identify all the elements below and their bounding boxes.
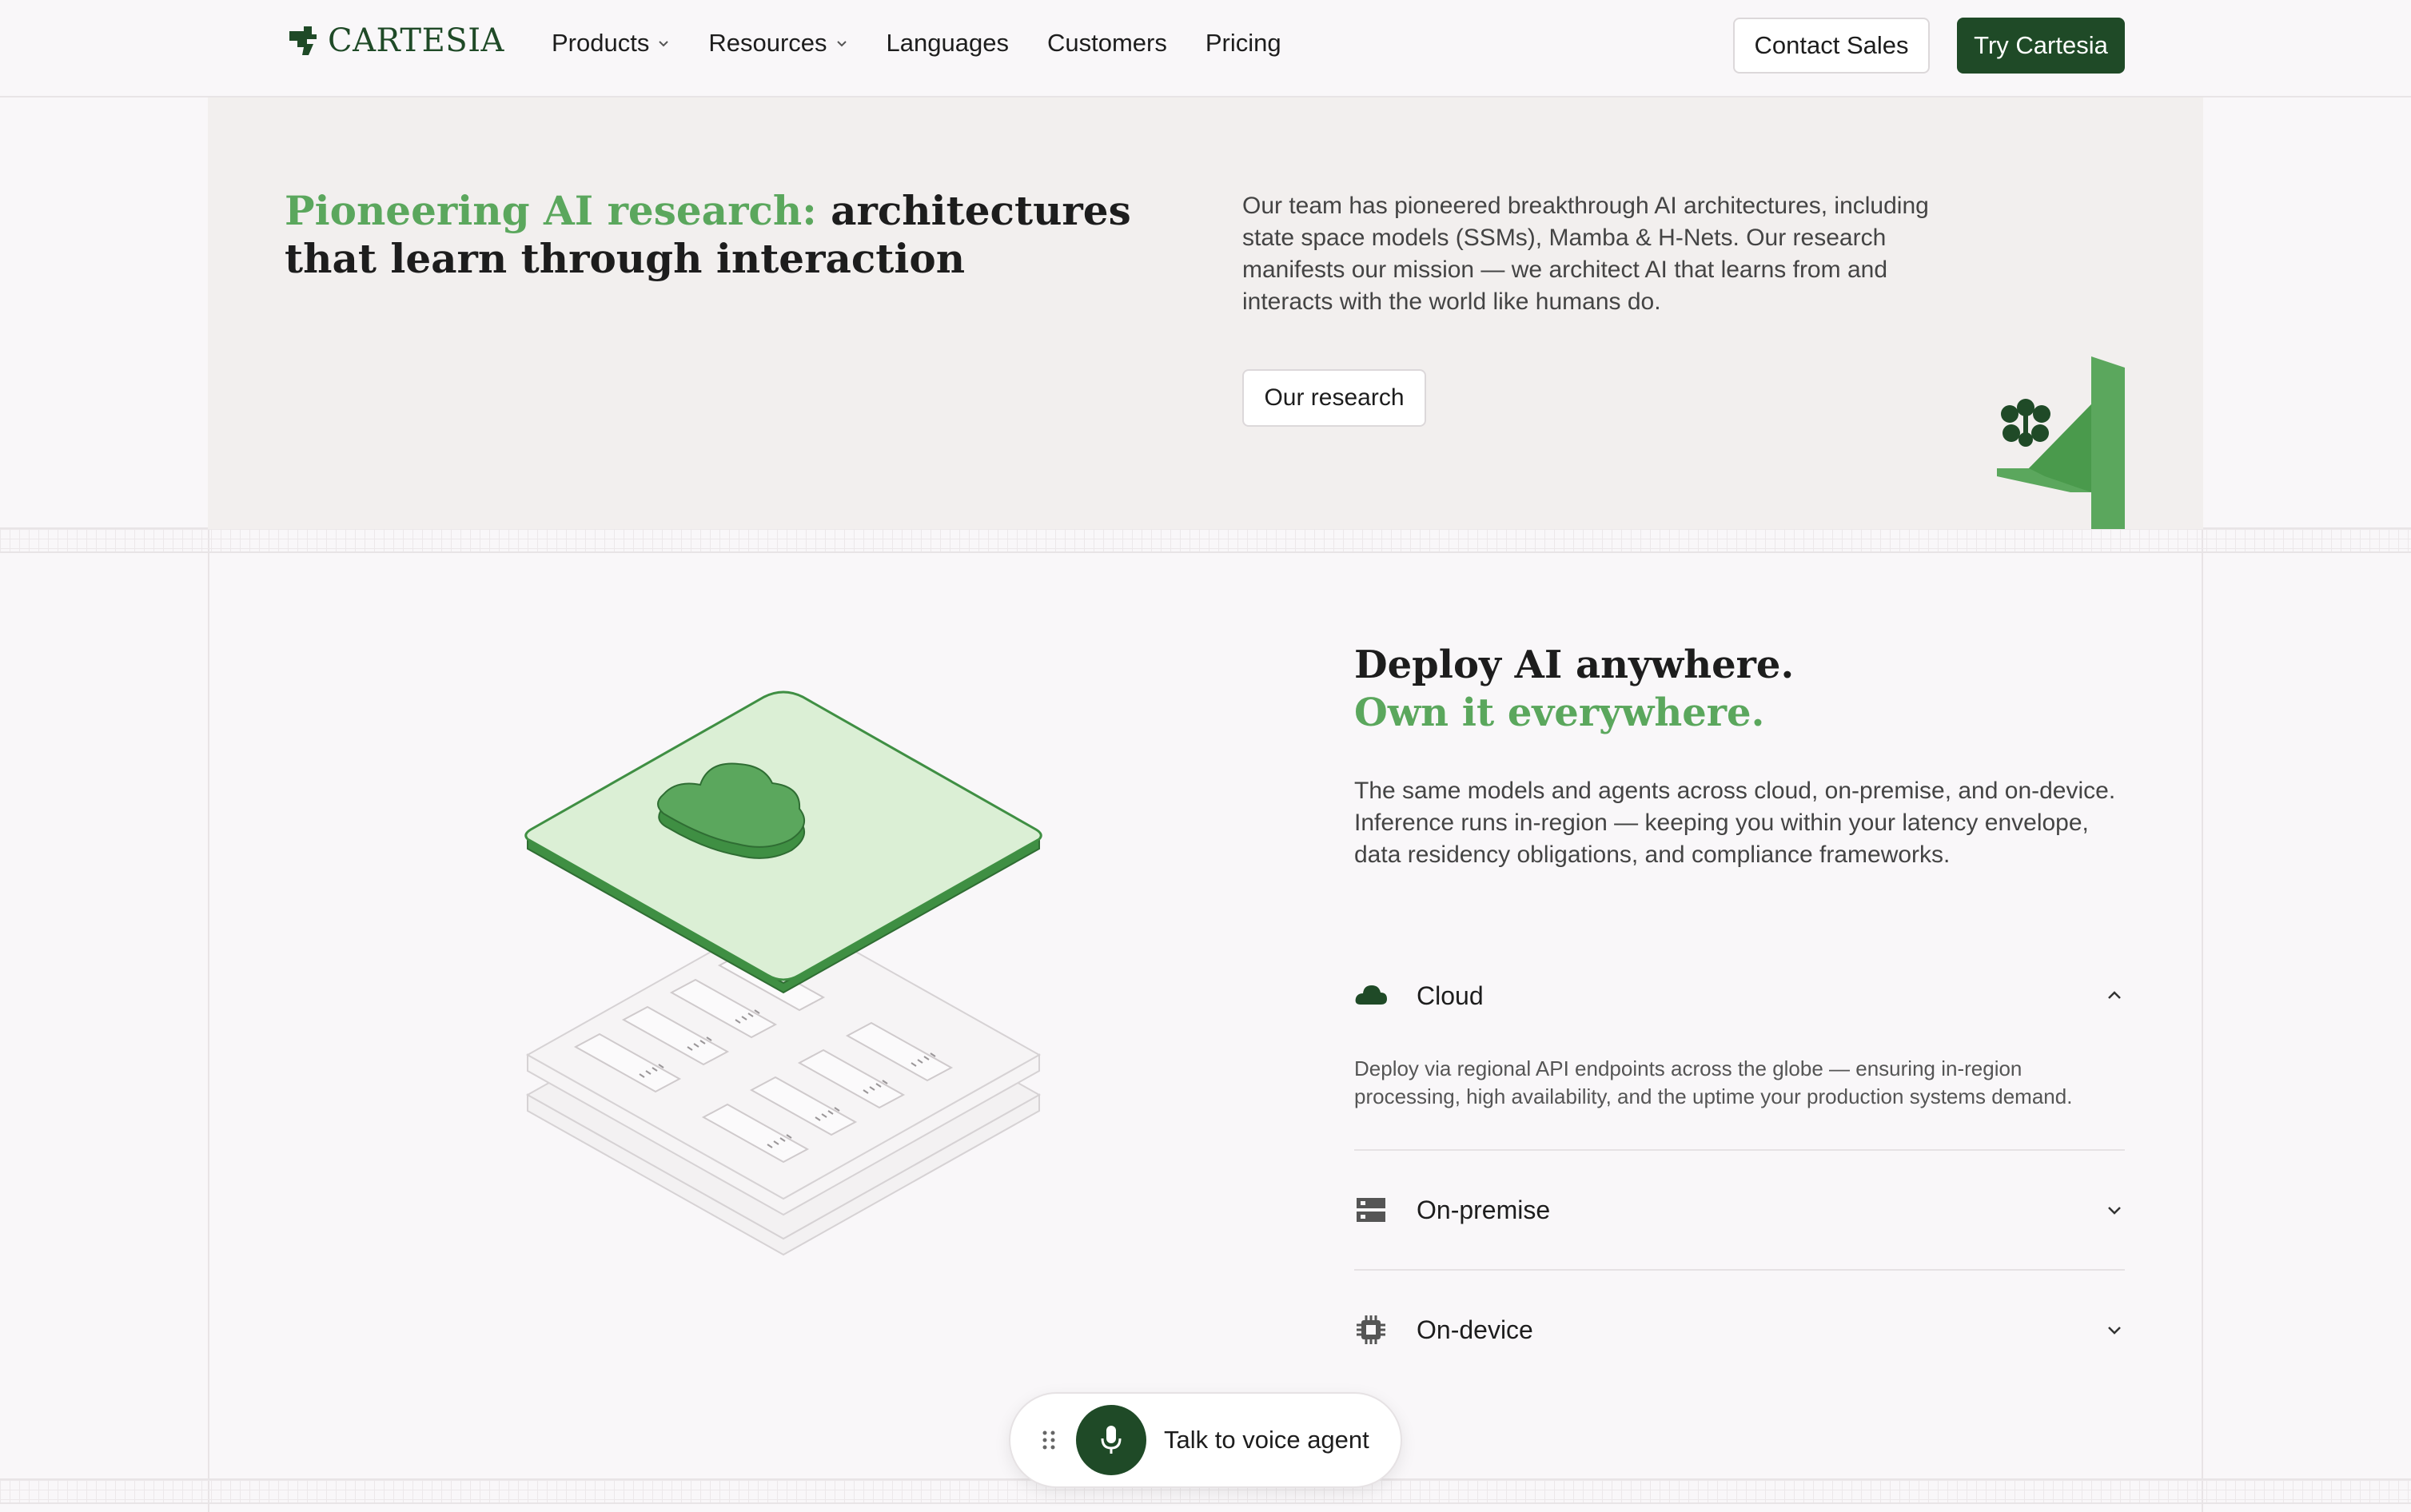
site-header: CARTESIA Products Resources Languages Cu… <box>0 0 2411 97</box>
chevron-down-icon <box>2108 1207 2121 1215</box>
logo[interactable]: CARTESIA <box>285 22 504 59</box>
accordion-label: On-premise <box>1417 1195 1551 1224</box>
accordion-label: On-device <box>1417 1315 1533 1344</box>
accordion-on-device: On-device <box>1354 1306 2125 1354</box>
voice-agent-widget[interactable]: Talk to voice agent <box>1009 1392 1402 1488</box>
chevron-up-icon <box>2108 991 2121 999</box>
contact-sales-button[interactable]: Contact Sales <box>1733 18 1930 74</box>
nav-pricing[interactable]: Pricing <box>1206 29 1281 58</box>
deployment-layers-illustration <box>524 690 1042 1256</box>
nav-customers[interactable]: Customers <box>1047 29 1167 58</box>
deploy-title: Deploy AI anywhere. Own it everywhere. <box>1354 641 1794 737</box>
section-divider <box>0 527 2411 553</box>
nav-label: Customers <box>1046 29 1167 57</box>
research-title-accent: Pioneering AI research: <box>285 187 817 234</box>
accordion-divider <box>1354 1149 2125 1151</box>
accordion-header-on-device[interactable]: On-device <box>1354 1306 2125 1354</box>
deploy-title-line1: Deploy AI anywhere. <box>1354 643 1795 687</box>
nav-products[interactable]: Products <box>552 29 670 58</box>
chevron-down-icon <box>659 41 669 47</box>
drag-handle-icon[interactable] <box>1033 1430 1065 1450</box>
accordion-body-cloud: Deploy via regional API endpoints across… <box>1354 1056 2073 1108</box>
nav-label: Products <box>552 29 650 57</box>
chevron-down-icon <box>836 41 847 47</box>
chevron-down-icon <box>2108 1327 2121 1335</box>
cloud-icon <box>1355 985 1387 1005</box>
nav-label: Resources <box>708 29 827 57</box>
logo-text: CARTESIA <box>328 22 504 59</box>
nav-label: Languages <box>886 29 1009 57</box>
deploy-title-line2: Own it everywhere. <box>1354 690 1765 735</box>
accordion-header-cloud[interactable]: Cloud <box>1354 972 2125 1020</box>
deploy-description: The same models and agents across cloud,… <box>1354 778 2116 868</box>
nav-languages[interactable]: Languages <box>887 29 1009 58</box>
logo-mark-icon <box>289 26 317 55</box>
our-research-button[interactable]: Our research <box>1242 369 1426 427</box>
chip-icon <box>1357 1315 1385 1344</box>
nav-resources[interactable]: Resources <box>708 29 847 58</box>
accordion-cloud: Cloud Deploy via regional API endpoints … <box>1354 972 2125 1111</box>
voice-agent-label: Talk to voice agent <box>1164 1426 1369 1454</box>
accordion-divider <box>1354 1269 2125 1271</box>
research-section: Pioneering AI research: architectures th… <box>208 97 2203 529</box>
brain-illustration-icon <box>1997 356 2125 529</box>
research-description: Our team has pioneered breakthrough AI a… <box>1242 193 1929 315</box>
main-nav: Products Resources Languages Customers P… <box>552 29 1281 58</box>
nav-label: Pricing <box>1205 29 1281 57</box>
microphone-icon <box>1101 1426 1122 1454</box>
accordion-on-premise: On-premise <box>1354 1186 2125 1234</box>
microphone-button[interactable] <box>1076 1405 1146 1475</box>
accordion-label: Cloud <box>1417 981 1484 1010</box>
accordion-header-on-premise[interactable]: On-premise <box>1354 1186 2125 1234</box>
research-title: Pioneering AI research: architectures th… <box>285 187 1164 283</box>
try-cartesia-button[interactable]: Try Cartesia <box>1957 18 2125 74</box>
server-icon <box>1357 1198 1385 1222</box>
